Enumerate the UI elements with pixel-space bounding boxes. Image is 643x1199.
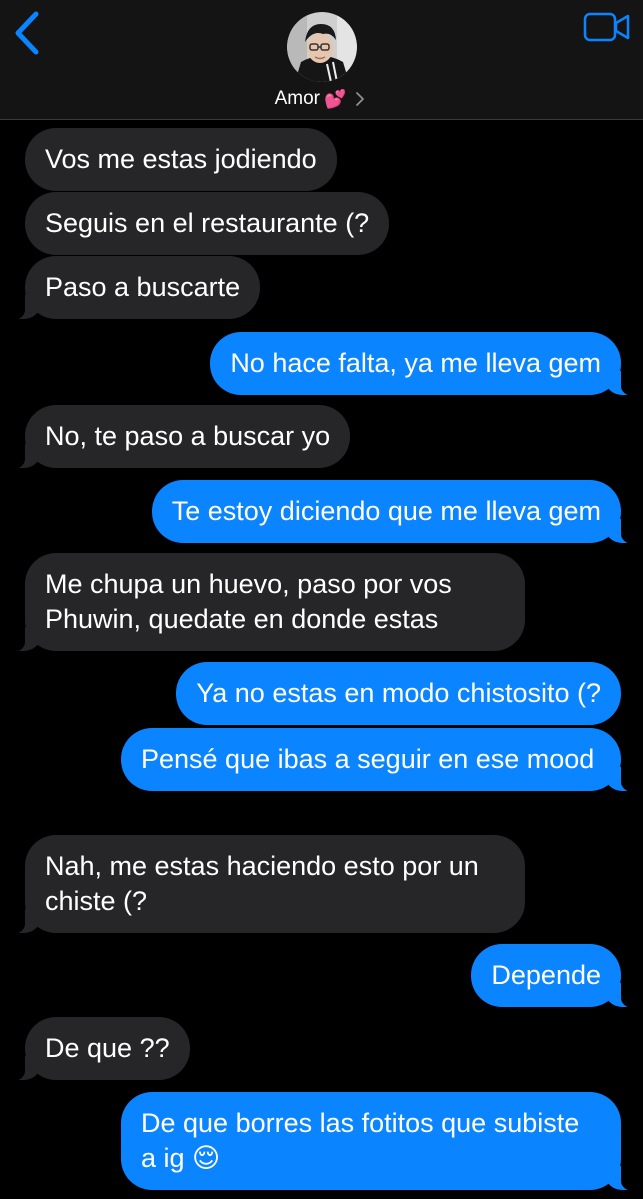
contact-avatar[interactable] — [287, 12, 357, 82]
message-bubble-incoming[interactable]: Seguis en el restaurante (? — [25, 192, 390, 255]
message-bubble-incoming[interactable]: Vos me estas jodiendo — [25, 128, 337, 191]
message-list: Vos me estas jodiendo Seguis en el resta… — [0, 120, 643, 1199]
conversation-header: Amor 💕 — [0, 0, 643, 120]
back-button[interactable] — [10, 10, 44, 56]
chevron-left-icon — [15, 11, 39, 55]
avatar-photo — [287, 12, 357, 82]
message-bubble-incoming[interactable]: De que ?? — [0, 1017, 190, 1081]
contact-emoji: 💕 — [323, 88, 347, 109]
contact-name: Amor — [274, 88, 320, 109]
message-bubble-outgoing[interactable]: No hace falta, ya me lleva gem — [210, 332, 643, 396]
message-bubble-incoming[interactable]: No, te paso a buscar yo — [0, 405, 351, 469]
message-bubble-outgoing[interactable]: Pensé que ibas a seguir en ese mood — [121, 728, 643, 792]
message-bubble-incoming[interactable]: Me chupa un huevo, paso por vos Phuwin, … — [0, 553, 525, 652]
message-bubble-outgoing[interactable]: Te estoy diciendo que me lleva gem — [151, 480, 643, 544]
chevron-right-icon — [356, 92, 365, 106]
video-camera-icon — [583, 12, 630, 42]
message-bubble-outgoing[interactable]: Depende — [471, 944, 643, 1008]
message-bubble-outgoing[interactable]: Ya no estas en modo chistosito (? — [176, 662, 621, 725]
message-bubble-incoming[interactable]: Paso a buscarte — [0, 256, 261, 320]
contact-name-link[interactable]: Amor 💕 — [0, 88, 643, 110]
message-bubble-outgoing[interactable]: De que borres las fotitos que subiste a … — [121, 1092, 643, 1191]
message-bubble-incoming[interactable]: Nah, me estas haciendo esto por un chist… — [0, 835, 525, 934]
video-call-button[interactable] — [583, 12, 631, 42]
